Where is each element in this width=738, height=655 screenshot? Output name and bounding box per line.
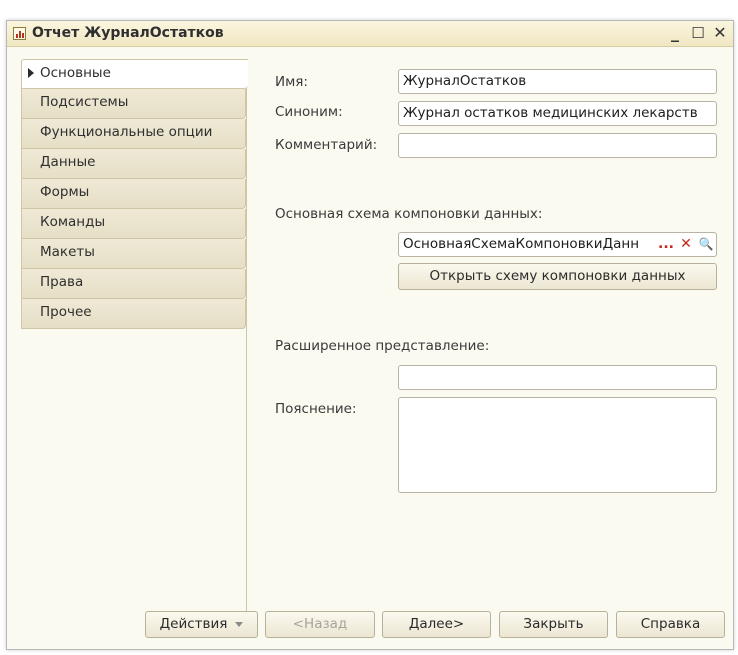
close-icon[interactable]: ✕ <box>710 23 730 43</box>
report-window: Отчет ЖурналОстатков _ ☐ ✕ Основные Подс… <box>6 20 734 650</box>
actions-label: Действия <box>159 616 228 632</box>
clear-icon[interactable]: ✕ <box>676 233 696 256</box>
tab-forms[interactable]: Формы <box>21 179 246 209</box>
tab-templates[interactable]: Макеты <box>21 239 246 269</box>
dcs-field-value: ОсновнаяСхемаКомпоновкиДанн <box>403 236 640 252</box>
name-label: Имя: <box>275 74 308 90</box>
actions-button[interactable]: Действия <box>145 611 258 638</box>
extended-field[interactable] <box>398 365 717 390</box>
choose-icon[interactable]: ... <box>656 233 676 256</box>
minimize-icon[interactable]: _ <box>665 23 685 43</box>
report-icon <box>13 27 26 40</box>
comment-label: Комментарий: <box>275 137 378 153</box>
chevron-down-icon <box>235 621 244 627</box>
content-area: Основные Подсистемы Функциональные опции… <box>7 48 733 649</box>
tab-podsistemy[interactable]: Подсистемы <box>21 89 246 119</box>
window-title: Отчет ЖурналОстатков <box>32 25 224 41</box>
tab-functional-options[interactable]: Функциональные опции <box>21 119 246 149</box>
explanation-label: Пояснение: <box>275 401 357 417</box>
tab-rights[interactable]: Права <box>21 269 246 299</box>
tab-data[interactable]: Данные <box>21 149 246 179</box>
tab-commands[interactable]: Команды <box>21 209 246 239</box>
synonym-label: Синоним: <box>275 104 343 120</box>
next-button[interactable]: Далее> <box>382 611 491 638</box>
dcs-field[interactable]: ОсновнаяСхемаКомпоновкиДанн ... ✕ 🔍 <box>398 232 717 257</box>
tab-other[interactable]: Прочее <box>21 299 246 329</box>
maximize-icon[interactable]: ☐ <box>688 23 708 43</box>
back-button[interactable]: <Назад <box>265 611 375 638</box>
tab-list: Основные Подсистемы Функциональные опции… <box>21 59 248 615</box>
search-icon[interactable]: 🔍 <box>696 233 716 256</box>
dcs-label: Основная схема компоновки данных: <box>275 206 543 222</box>
help-button[interactable]: Справка <box>616 611 725 638</box>
extended-label: Расширенное представление: <box>275 338 490 354</box>
tab-osnovnye[interactable]: Основные <box>21 59 248 89</box>
name-field[interactable]: ЖурналОстатков <box>398 69 717 94</box>
comment-field[interactable] <box>398 133 717 158</box>
title-bar[interactable]: Отчет ЖурналОстатков _ ☐ ✕ <box>7 21 733 47</box>
synonym-field[interactable]: Журнал остатков медицинских лекарств <box>398 101 717 126</box>
explanation-field[interactable] <box>398 397 717 493</box>
open-dcs-button[interactable]: Открыть схему компоновки данных <box>398 263 717 290</box>
close-button[interactable]: Закрыть <box>499 611 608 638</box>
